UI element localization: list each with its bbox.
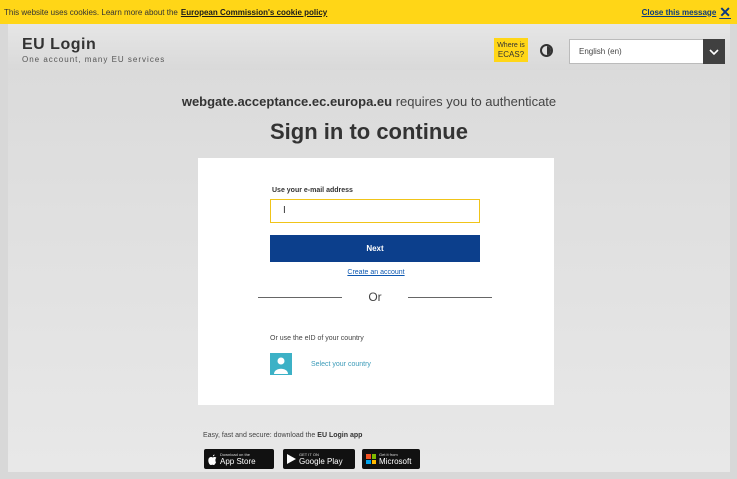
user-icon[interactable]: [270, 353, 292, 375]
language-value: English (en): [579, 47, 622, 56]
login-card: Use your e-mail address I Next Create an…: [198, 158, 554, 405]
close-cookie-label: Close this message: [641, 7, 717, 17]
microsoft-label: Microsoft: [379, 457, 412, 466]
page-title: Sign in to continue: [270, 119, 468, 144]
eid-label: Or use the eID of your country: [270, 335, 364, 342]
next-button[interactable]: Next: [270, 235, 480, 262]
create-account-link[interactable]: Create an account: [198, 269, 554, 276]
contrast-icon[interactable]: [540, 44, 553, 57]
google-play-icon: [287, 454, 296, 464]
site-name: webgate.acceptance.ec.europa.eu: [181, 94, 393, 109]
microsoft-badge[interactable]: Get it from Microsoft: [362, 449, 420, 469]
ecas-line1: Where is: [497, 42, 525, 49]
cookie-policy-link[interactable]: European Commission's cookie policy: [181, 8, 327, 17]
app-store-badge[interactable]: Download on the App Store: [204, 449, 274, 469]
app-message-prefix: Easy, fast and secure: download the: [203, 432, 318, 439]
cookie-banner: This website uses cookies. Learn more ab…: [0, 0, 737, 24]
main-content: webgate.acceptance.ec.europa.eu requires…: [8, 70, 730, 472]
google-play-badge[interactable]: GET IT ON Google Play: [283, 449, 355, 469]
cookie-text: This website uses cookies. Learn more ab…: [4, 7, 178, 17]
app-title: EU Login: [22, 36, 97, 53]
auth-message: webgate.acceptance.ec.europa.eu requires…: [8, 94, 730, 109]
app-tagline: One account, many EU services: [22, 55, 166, 64]
app-download-message: Easy, fast and secure: download the EU L…: [203, 432, 362, 439]
ecas-line2: ECAS?: [497, 50, 525, 59]
email-label: Use your e-mail address: [272, 187, 353, 194]
divider-line: [408, 297, 492, 298]
close-cookie-button[interactable]: Close this message ✕: [642, 5, 731, 19]
google-play-label: Google Play: [299, 457, 343, 466]
language-select[interactable]: English (en): [569, 39, 725, 64]
app-store-label: App Store: [220, 457, 256, 466]
app-name: EU Login app: [317, 432, 363, 439]
close-icon[interactable]: ✕: [719, 5, 731, 19]
chevron-down-icon[interactable]: [703, 39, 725, 64]
site-header: EU Login One account, many EU services W…: [8, 24, 730, 70]
where-is-ecas-button[interactable]: Where is ECAS?: [494, 38, 528, 62]
email-field[interactable]: I: [270, 199, 480, 223]
select-country-link[interactable]: Select your country: [311, 361, 371, 368]
or-divider: Or: [258, 290, 492, 304]
apple-icon: [208, 454, 217, 465]
auth-text: requires you to authenticate: [392, 94, 557, 109]
microsoft-icon: [366, 454, 376, 464]
